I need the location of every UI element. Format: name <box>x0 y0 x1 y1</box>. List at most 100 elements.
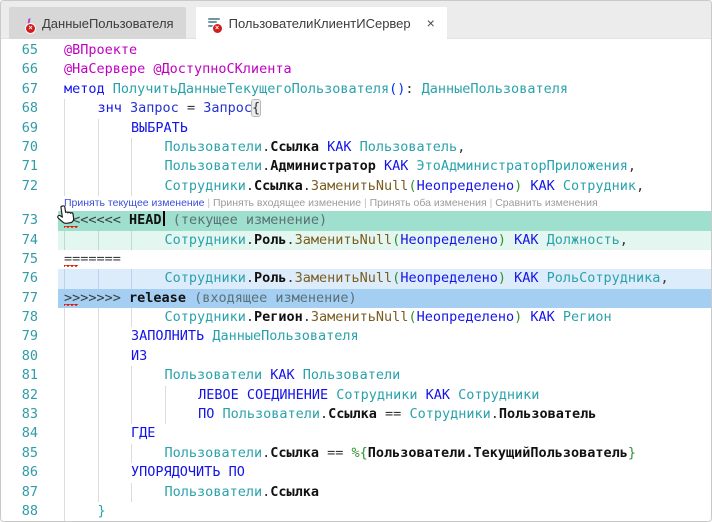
code-token: ЗаменитьNull <box>311 309 409 325</box>
code-token: Ссылка <box>328 406 377 422</box>
indent-guide <box>98 366 132 385</box>
code-text: Пользователи.Ссылка КАК Пользователь, <box>58 138 711 157</box>
code-token: . <box>246 309 254 325</box>
code-token: ЗаменитьNull <box>311 178 409 194</box>
code-editor[interactable]: 65@ВПроекте66@НаСервере @ДоступноСКлиент… <box>1 39 711 521</box>
code-line: 73<<<<<<< HEAD (текущее изменение) <box>1 211 711 230</box>
indent-guide <box>64 463 98 482</box>
merge-action-1[interactable]: Принять входящее изменение <box>213 197 361 209</box>
code-token: } <box>98 503 106 519</box>
code-token: . <box>246 270 254 286</box>
code-token: КАК <box>522 309 563 325</box>
indent-guide <box>64 177 98 196</box>
code-text: ГДЕ <box>58 424 711 443</box>
code-line: 75======= <box>1 250 711 269</box>
code-token: ГДЕ <box>131 425 155 441</box>
code-token: == <box>319 445 352 461</box>
line-number: 70 <box>1 138 58 157</box>
indent-guide <box>64 502 98 521</box>
line-number: 76 <box>1 269 58 288</box>
indent-guide <box>64 327 98 346</box>
line-number: 82 <box>1 386 58 405</box>
code-token: Сотрудник <box>563 178 636 194</box>
line-number: 66 <box>1 60 58 79</box>
code-token: УПОРЯДОЧИТЬ ПО <box>131 464 245 480</box>
merge-action-3[interactable]: Сравнить изменения <box>495 197 597 209</box>
code-line: 67 метод ПолучитьДанныеТекущегоПользовате… <box>1 80 711 99</box>
code-token: Ссылка <box>270 445 319 461</box>
code-token: %{ <box>352 445 368 461</box>
code-line: 86 УПОРЯДОЧИТЬ ПО <box>1 463 711 482</box>
code-token: @НаСервере @ДоступноСКлиента <box>64 61 292 77</box>
close-tab-icon[interactable]: × <box>427 16 435 30</box>
code-token: Запрос <box>203 100 252 116</box>
indent-guide <box>165 386 199 405</box>
indent-guide <box>98 463 132 482</box>
indent-guide <box>64 157 98 176</box>
code-text: Пользователи.Ссылка == %{Пользователи.Те… <box>58 444 711 463</box>
code-line: 79 ЗАПОЛНИТЬ ДанныеПользователя <box>1 327 711 346</box>
line-number: 69 <box>1 119 58 138</box>
line-number: 67 <box>1 80 58 99</box>
code-token: Сотрудники <box>165 232 246 248</box>
indent-guide <box>98 177 132 196</box>
code-line: 78 Сотрудники.Регион.ЗаменитьNull(Неопре… <box>1 308 711 327</box>
code-token: Регион <box>563 309 612 325</box>
code-token: Пользователи <box>222 406 320 422</box>
code-token: КАК <box>418 387 459 403</box>
code-token: Пользователь <box>499 406 597 422</box>
editor-window: ! × ДанныеПользователя × ПользователиКли… <box>0 0 712 522</box>
code-token: Пользователи <box>165 158 263 174</box>
indent-guide <box>131 366 165 385</box>
code-token: Пользователи <box>165 367 263 383</box>
code-token: ЗаменитьNull <box>295 270 393 286</box>
indent-guide <box>131 269 165 288</box>
code-line: 82 ЛЕВОЕ СОЕДИНЕНИЕ Сотрудники КАК Сотру… <box>1 386 711 405</box>
line-number: 81 <box>1 366 58 385</box>
code-token: КАК <box>262 367 303 383</box>
code-token: Роль <box>254 270 287 286</box>
separator: | <box>361 197 370 209</box>
code-token: ПолучитьДанныеТекущегоПользователя <box>113 81 389 97</box>
merge-action-0[interactable]: Принять текущее изменение <box>64 197 204 209</box>
code-text: УПОРЯДОЧИТЬ ПО <box>58 463 711 482</box>
code-token: Администратор <box>270 158 376 174</box>
code-line: 68 знч Запрос = Запрос{ <box>1 99 711 118</box>
code-text: >>>>>>> release (входящее изменение) <box>58 289 711 308</box>
code-line: 77>>>>>>> release (входящее изменение) <box>1 289 711 308</box>
merge-action-2[interactable]: Принять оба изменения <box>370 197 487 209</box>
tab-polzovateli-klient-i-server[interactable]: × ПользователиКлиентИСервер × <box>196 7 447 39</box>
code-token: Пользователи <box>165 484 263 500</box>
code-token: Сотрудники <box>165 309 246 325</box>
separator: | <box>204 197 213 209</box>
code-text: ЗАПОЛНИТЬ ДанныеПользователя <box>58 327 711 346</box>
code-token: { <box>252 100 260 116</box>
code-line: 71 Пользователи.Администратор КАК ЭтоАдм… <box>1 157 711 176</box>
code-token: . <box>320 406 328 422</box>
line-number: 80 <box>1 347 58 366</box>
code-token: ) <box>498 270 506 286</box>
code-token: ВЫБРАТЬ <box>131 120 188 136</box>
code-token: КАК <box>319 139 360 155</box>
code-token: . <box>246 232 254 248</box>
code-text: @НаСервере @ДоступноСКлиента <box>58 60 711 79</box>
code-token: @ВПроекте <box>64 42 137 58</box>
line-number: 84 <box>1 424 58 443</box>
code-token: . <box>303 309 311 325</box>
indent-guide <box>64 386 98 405</box>
code-token: метод <box>64 81 113 97</box>
indent-guide <box>131 308 165 327</box>
code-text: ======= <box>58 250 711 269</box>
tab-dannye-polzovatelya[interactable]: ! × ДанныеПользователя <box>9 7 186 39</box>
code-token: ДанныеПользователя <box>212 328 358 344</box>
indent-guide <box>64 99 98 118</box>
code-token: . <box>262 484 270 500</box>
error-badge-icon: × <box>212 23 223 34</box>
code-token: . <box>262 139 270 155</box>
indent-guide <box>131 157 165 176</box>
code-token: Сотрудники <box>165 178 246 194</box>
indent-guide <box>98 138 132 157</box>
code-token: КАК <box>522 178 563 194</box>
merge-codelens-row: Принять текущее изменение | Принять вход… <box>1 196 711 211</box>
line-number: 77 <box>1 289 58 308</box>
